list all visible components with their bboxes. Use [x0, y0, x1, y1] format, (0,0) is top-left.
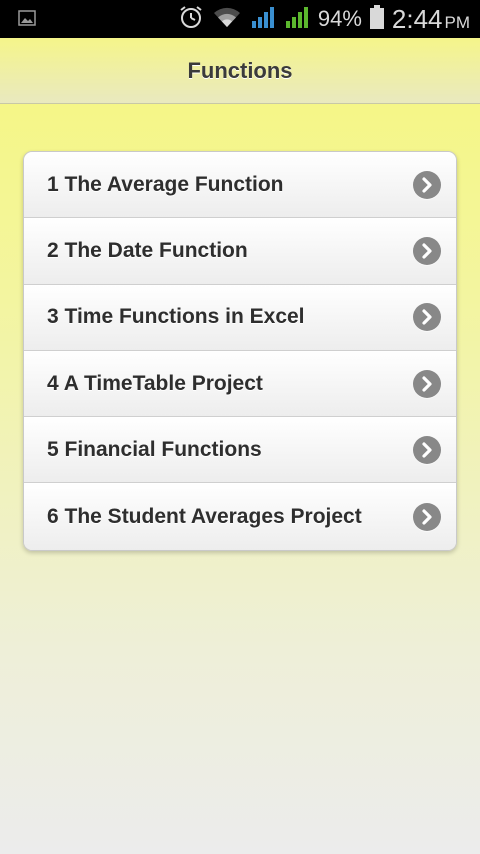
clock-time: 2:44: [391, 3, 443, 34]
list-item-student-averages-project[interactable]: 6 The Student Averages Project: [24, 483, 456, 550]
clock-ampm: PM: [444, 12, 471, 32]
status-bar: 94% 2:44 PM: [0, 0, 480, 38]
list-item-label: 5 Financial Functions: [47, 437, 262, 461]
chevron-right-icon: [413, 502, 441, 531]
list-item-label: 4 A TimeTable Project: [47, 371, 263, 395]
list-item-label: 6 The Student Averages Project: [47, 504, 362, 528]
function-list: 1 The Average Function 2 The Date Functi…: [23, 151, 457, 551]
clock: 2:44 PM: [392, 4, 470, 35]
signal-2-icon: [284, 5, 310, 34]
chevron-right-icon: [413, 303, 441, 332]
chevron-right-icon: [413, 435, 441, 464]
list-item-time-functions[interactable]: 3 Time Functions in Excel: [24, 284, 456, 351]
list-item-label: 2 The Date Function: [47, 238, 248, 262]
list-item-label: 1 The Average Function: [47, 172, 284, 196]
chevron-right-icon: [413, 236, 441, 265]
wifi-icon: [212, 5, 242, 34]
page-title: Functions: [187, 57, 293, 83]
list-item-financial-functions[interactable]: 5 Financial Functions: [24, 417, 456, 484]
signal-1-icon: [250, 5, 276, 34]
list-item-label: 3 Time Functions in Excel: [47, 305, 305, 329]
image-icon: [18, 10, 36, 31]
chevron-right-icon: [413, 369, 441, 398]
list-item-date-function[interactable]: 2 The Date Function: [24, 218, 456, 285]
app-header: Functions: [0, 38, 480, 104]
alarm-icon: [178, 4, 204, 35]
battery-icon: [369, 4, 384, 34]
list-item-timetable-project[interactable]: 4 A TimeTable Project: [24, 350, 456, 418]
chevron-right-icon: [413, 170, 441, 199]
list-item-average-function[interactable]: 1 The Average Function: [24, 152, 456, 219]
battery-percent: 94%: [317, 6, 362, 31]
